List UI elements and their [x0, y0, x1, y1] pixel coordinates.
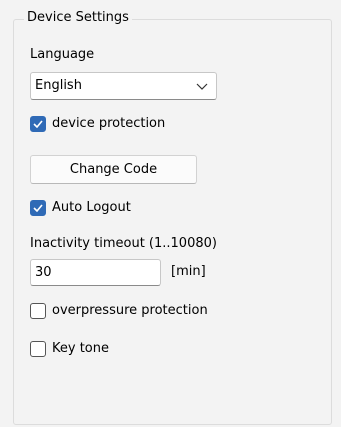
overpressure-protection-label[interactable]: overpressure protection: [52, 303, 208, 319]
group-title: Device Settings: [24, 10, 132, 26]
checkmark-icon: [33, 120, 43, 128]
inactivity-timeout-label: Inactivity timeout (1..10080): [30, 236, 217, 251]
inactivity-timeout-input[interactable]: 30: [30, 259, 161, 286]
device-protection-checkbox[interactable]: [30, 116, 46, 132]
auto-logout-checkbox[interactable]: [30, 200, 46, 216]
chevron-down-icon: [196, 83, 208, 90]
key-tone-label[interactable]: Key tone: [52, 341, 109, 357]
auto-logout-label[interactable]: Auto Logout: [52, 200, 131, 216]
language-select-value: English: [35, 78, 82, 93]
inactivity-timeout-unit: [min]: [171, 264, 206, 279]
device-protection-label[interactable]: device protection: [52, 116, 165, 132]
overpressure-protection-checkbox[interactable]: [30, 303, 46, 319]
inactivity-timeout-value: 30: [35, 265, 52, 280]
language-label: Language: [30, 47, 95, 62]
language-select[interactable]: English: [30, 72, 217, 100]
change-code-button[interactable]: Change Code: [30, 155, 197, 184]
checkmark-icon: [33, 204, 43, 212]
device-settings-panel: Device Settings Language English device …: [0, 0, 341, 427]
key-tone-checkbox[interactable]: [30, 341, 46, 357]
